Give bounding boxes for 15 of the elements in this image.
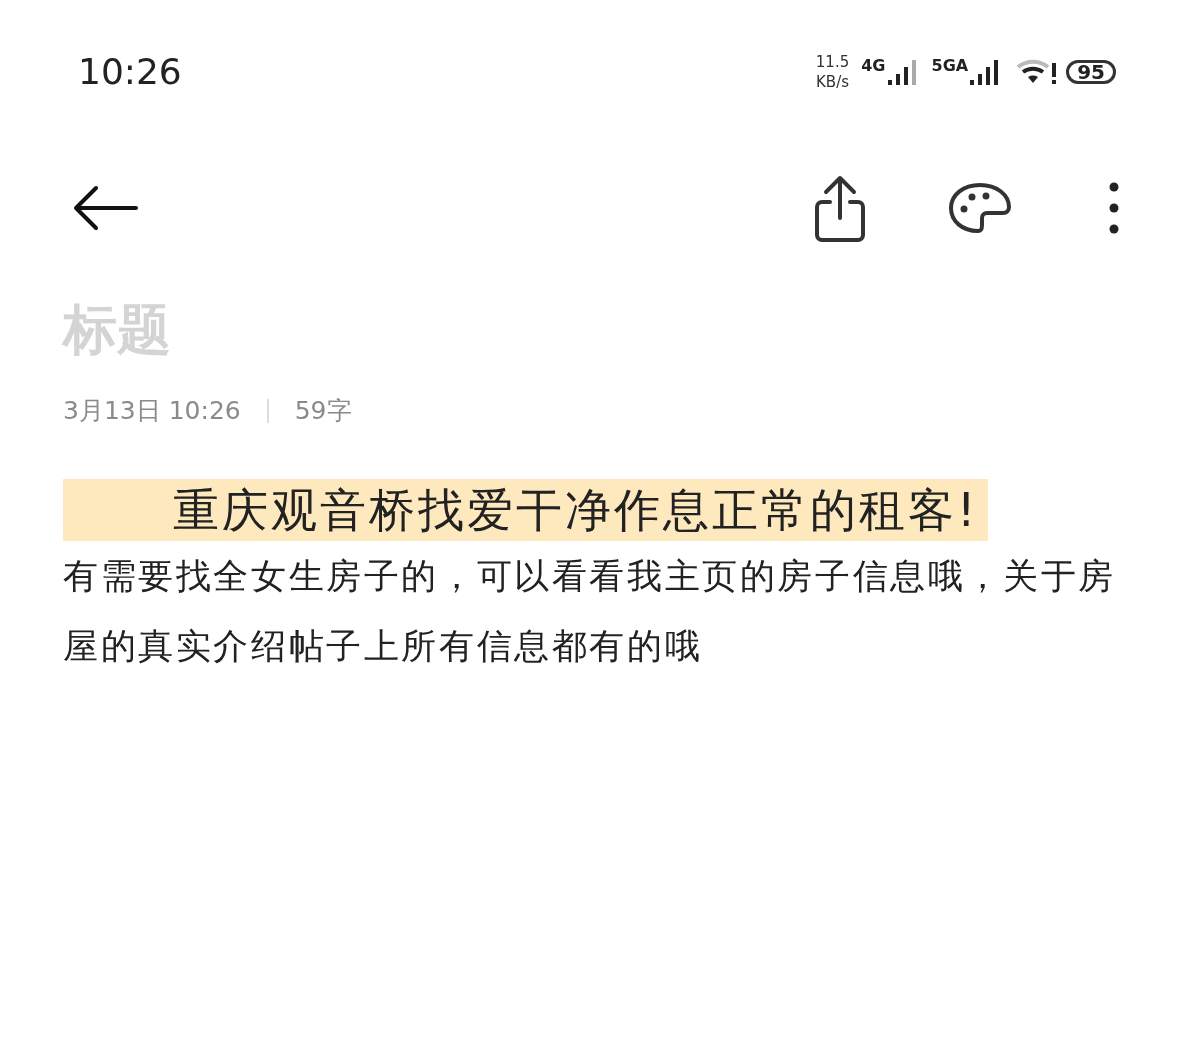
clock: 10:26	[78, 50, 183, 94]
note-date: 3月13日 10:26	[63, 395, 241, 427]
share-button[interactable]	[812, 174, 868, 242]
palette-button[interactable]	[948, 182, 1012, 234]
note-body: 有需要找全女生房子的，可以看看我主页的房子信息哦，关于房屋的真实介绍帖子上所有信息都有的哦	[63, 555, 1117, 668]
battery-indicator: 95	[1066, 60, 1116, 84]
back-button[interactable]	[72, 184, 140, 232]
network-type: 5GA	[931, 56, 969, 75]
network-speed: 11.5	[815, 52, 850, 72]
network-type: 4G	[861, 56, 886, 75]
network-speed-unit: KB/s	[816, 72, 850, 92]
more-options-button[interactable]	[1108, 182, 1120, 234]
highlighted-heading: 重庆观音桥找爱干净作息正常的租客!	[63, 479, 989, 541]
word-count: 59字	[294, 395, 352, 427]
wifi-icon	[1016, 57, 1059, 87]
